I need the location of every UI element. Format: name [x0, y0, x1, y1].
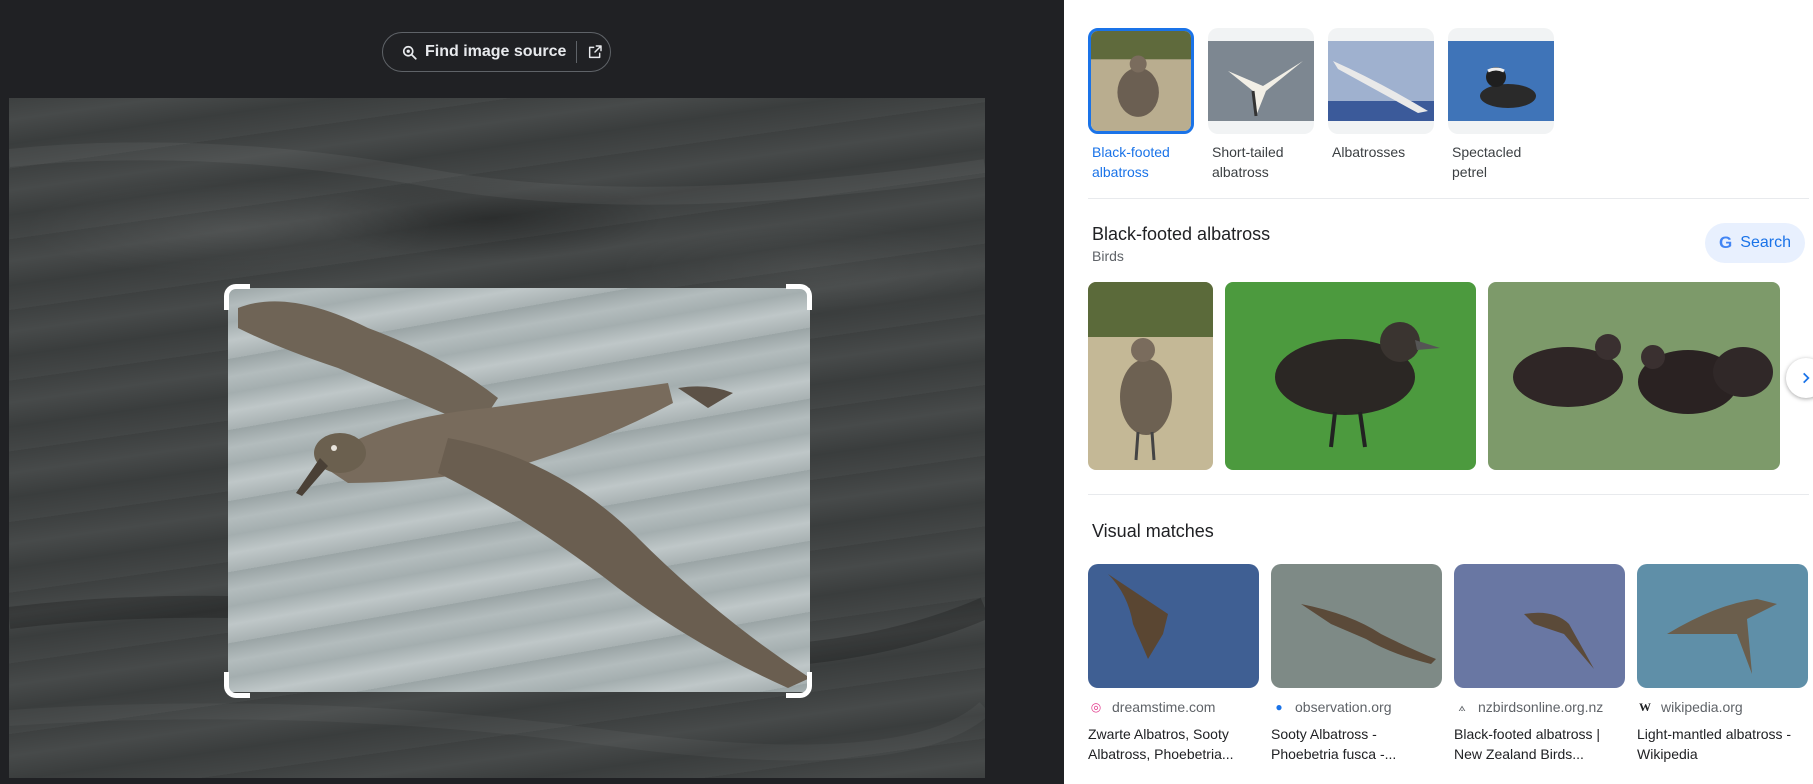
image-viewer: Find image source	[0, 0, 1064, 784]
visual-match-source: observation.org	[1295, 699, 1392, 715]
visual-matches-grid: ◎ dreamstime.com Zwarte Albatros, Sooty …	[1088, 564, 1808, 764]
entity-gallery	[1088, 282, 1780, 470]
chip-thumbnail	[1448, 28, 1554, 134]
gallery-next-button[interactable]	[1786, 358, 1813, 398]
visual-match-source: wikipedia.org	[1661, 699, 1743, 715]
nzbirds-favicon-icon: ⟑	[1458, 699, 1466, 714]
visual-match-caption: Black-footed albatross | New Zealand Bir…	[1454, 726, 1601, 762]
find-image-source-button[interactable]: Find image source	[382, 32, 611, 72]
visual-match-caption: Zwarte Albatros, Sooty Albatross, Phoebe…	[1088, 726, 1234, 762]
section-divider	[1088, 198, 1809, 199]
entity-title: Black-footed albatross	[1092, 224, 1271, 244]
google-logo-icon: G	[1719, 233, 1733, 252]
gallery-image[interactable]	[1225, 282, 1476, 470]
chip-thumbnail	[1088, 28, 1194, 134]
crop-handle-bottom-right[interactable]	[786, 672, 812, 698]
visual-match-card[interactable]: ◎ dreamstime.com Zwarte Albatros, Sooty …	[1088, 564, 1259, 764]
crop-handle-top-left[interactable]	[224, 284, 250, 310]
crop-handle-bottom-left[interactable]	[224, 672, 250, 698]
chip-label: Albatrosses	[1332, 144, 1406, 160]
dreamstime-favicon-icon: ◎	[1090, 700, 1102, 714]
entity-subtitle: Birds	[1092, 248, 1124, 264]
observation-favicon-icon: ●	[1275, 700, 1283, 714]
crop-handle-top-right[interactable]	[786, 284, 812, 310]
visual-match-image	[1088, 564, 1259, 688]
chip-spectacled-petrel[interactable]: Spectacled petrel	[1448, 28, 1554, 182]
visual-match-card[interactable]: ⟑ nzbirdsonline.org.nz Black-footed alba…	[1454, 564, 1625, 764]
crop-selection[interactable]	[228, 288, 810, 692]
albatross-image	[238, 301, 810, 688]
button-separator	[576, 41, 578, 63]
visual-match-source: nzbirdsonline.org.nz	[1478, 699, 1604, 715]
visual-match-image	[1271, 564, 1442, 688]
gallery-image[interactable]	[1088, 282, 1213, 470]
related-searches-chips: Black-footed albatross Short-tailed alba…	[1088, 28, 1554, 182]
find-image-source-label: Find image source	[425, 43, 567, 60]
visual-matches-title: Visual matches	[1092, 521, 1214, 541]
wikipedia-favicon-icon: W	[1639, 699, 1651, 714]
chip-label: Black-footed albatross	[1092, 144, 1170, 180]
chip-label: Short-tailed albatross	[1212, 144, 1284, 180]
chip-albatrosses[interactable]: Albatrosses	[1328, 28, 1434, 182]
gallery-image[interactable]	[1488, 282, 1780, 470]
chip-short-tailed-albatross[interactable]: Short-tailed albatross	[1208, 28, 1314, 182]
chip-thumbnail	[1208, 28, 1314, 134]
chip-thumbnail	[1328, 28, 1434, 134]
visual-match-caption: Light-mantled albatross - Wikipedia	[1637, 726, 1792, 762]
search-button-label: Search	[1740, 234, 1791, 251]
visual-match-card[interactable]: W wikipedia.org Light-mantled albatross …	[1637, 564, 1808, 764]
chip-black-footed-albatross[interactable]: Black-footed albatross	[1088, 28, 1194, 182]
results-panel: Black-footed albatross Short-tailed alba…	[1064, 0, 1813, 784]
visual-match-image	[1637, 564, 1808, 688]
visual-match-source: dreamstime.com	[1112, 699, 1216, 715]
section-divider	[1088, 494, 1809, 495]
visual-match-image	[1454, 564, 1625, 688]
chevron-right-icon	[1803, 372, 1810, 384]
chip-label: Spectacled petrel	[1452, 144, 1522, 180]
external-link-icon	[589, 45, 603, 59]
search-button[interactable]: G Search	[1705, 223, 1805, 263]
visual-match-card[interactable]: ● observation.org Sooty Albatross - Phoe…	[1271, 564, 1442, 764]
lens-icon	[402, 45, 417, 60]
visual-match-caption: Sooty Albatross - Phoebetria fusca -...	[1271, 726, 1397, 762]
